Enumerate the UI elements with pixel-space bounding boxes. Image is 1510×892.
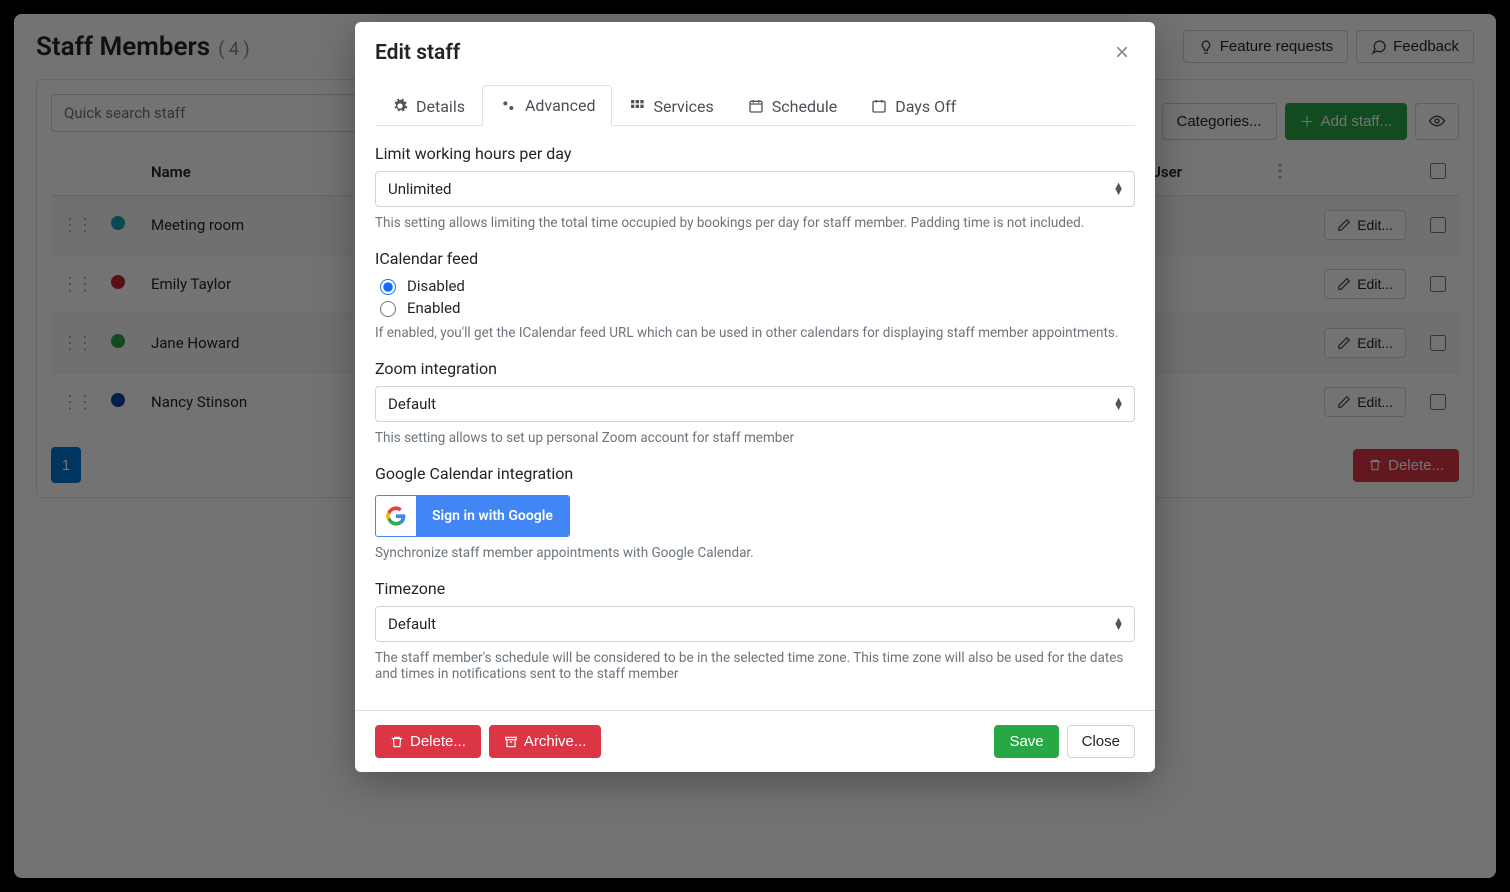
chevron-updown-icon: ▲▼ (1113, 398, 1124, 410)
google-label: Google Calendar integration (375, 464, 1135, 483)
gears-icon (499, 98, 517, 114)
ical-help: If enabled, you'll get the ICalendar fee… (375, 325, 1135, 341)
chevron-updown-icon: ▲▼ (1113, 618, 1124, 630)
ical-disabled-radio[interactable] (380, 279, 396, 295)
tz-label: Timezone (375, 579, 1135, 598)
save-button[interactable]: Save (994, 725, 1058, 758)
zoom-label: Zoom integration (375, 359, 1135, 378)
ical-enabled-radio[interactable] (380, 301, 396, 317)
limit-select[interactable]: Unlimited (375, 171, 1135, 207)
gear-icon (392, 98, 408, 114)
edit-staff-modal: Edit staff × Details Advanced Services (355, 22, 1155, 772)
google-icon (376, 496, 416, 536)
zoom-select[interactable]: Default (375, 386, 1135, 422)
ical-label: ICalendar feed (375, 249, 1135, 268)
modal-delete-button[interactable]: Delete... (375, 725, 481, 758)
tab-daysoff[interactable]: Days Off (854, 85, 973, 126)
zoom-help: This setting allows to set up personal Z… (375, 430, 1135, 446)
modal-archive-button[interactable]: Archive... (489, 725, 602, 758)
google-signin-label: Sign in with Google (416, 496, 569, 536)
tab-services[interactable]: Services (612, 85, 730, 126)
tz-select[interactable]: Default (375, 606, 1135, 642)
tz-help: The staff member's schedule will be cons… (375, 650, 1135, 682)
chevron-updown-icon: ▲▼ (1113, 183, 1124, 195)
tab-details[interactable]: Details (375, 85, 482, 126)
close-button[interactable]: Close (1067, 725, 1135, 758)
google-help: Synchronize staff member appointments wi… (375, 545, 1135, 561)
close-icon[interactable]: × (1109, 38, 1135, 68)
tab-advanced[interactable]: Advanced (482, 85, 613, 126)
grid-icon (629, 98, 645, 114)
trash-icon (390, 735, 404, 749)
archive-icon (504, 735, 518, 749)
google-signin-button[interactable]: Sign in with Google (375, 495, 570, 537)
modal-title: Edit staff (375, 41, 460, 65)
modal-overlay: Edit staff × Details Advanced Services (14, 14, 1496, 878)
limit-help: This setting allows limiting the total t… (375, 215, 1135, 231)
calendar-empty-icon (871, 98, 887, 114)
ical-disabled-label: Disabled (407, 277, 465, 295)
tab-schedule[interactable]: Schedule (731, 85, 854, 126)
ical-enabled-label: Enabled (407, 299, 460, 317)
limit-label: Limit working hours per day (375, 144, 1135, 163)
calendar-icon (748, 98, 764, 114)
